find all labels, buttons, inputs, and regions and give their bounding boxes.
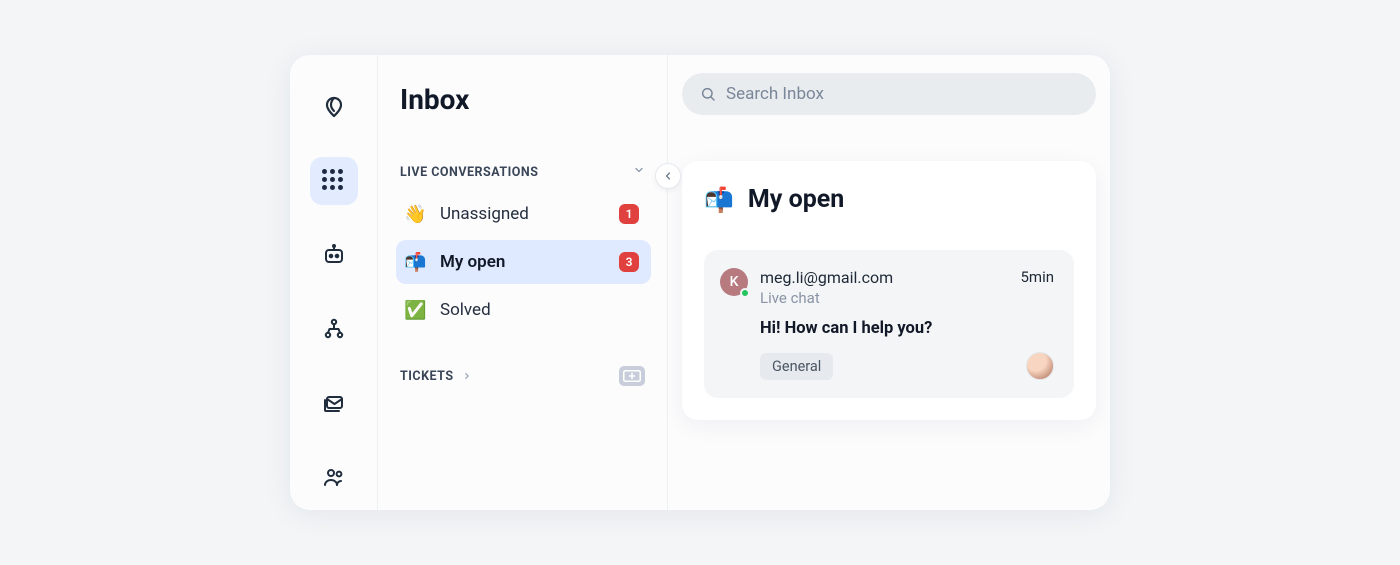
sender-address: meg.li@gmail.com [760, 268, 1008, 287]
presence-online-icon [740, 288, 750, 298]
mailbox-icon: 📬 [404, 252, 426, 273]
wave-icon: 👋 [404, 204, 426, 225]
bot-icon [322, 243, 346, 267]
org-icon [322, 317, 346, 341]
search-icon [700, 86, 716, 102]
mailbox-icon: 📬 [704, 186, 734, 214]
message-preview: Hi! How can I help you? [760, 319, 1054, 338]
nav-apps[interactable] [310, 157, 358, 205]
nav-logo[interactable] [310, 83, 358, 131]
section-tickets-header[interactable]: TICKETS [396, 366, 651, 386]
folder-label: My open [440, 252, 605, 272]
folder-my-open[interactable]: 📬 My open 3 [396, 240, 651, 284]
section-tickets-label: TICKETS [400, 369, 454, 384]
panel-title-text: My open [748, 185, 844, 214]
section-conversations-header[interactable]: LIVE CONVERSATIONS [396, 164, 651, 192]
conversations-panel: 📬 My open K meg.li@gmail.com Live chat 5… [682, 161, 1096, 420]
chevron-left-icon [662, 170, 674, 182]
nav-mail[interactable] [310, 379, 358, 427]
chevron-right-icon [462, 371, 472, 381]
search-input[interactable]: Search Inbox [682, 73, 1096, 115]
agent-avatar [1026, 352, 1054, 380]
mail-icon [322, 391, 346, 415]
people-icon [322, 465, 346, 489]
nav-org[interactable] [310, 305, 358, 353]
nav-bot[interactable] [310, 231, 358, 279]
count-badge: 3 [619, 252, 639, 272]
ticket-plus-icon [623, 369, 641, 383]
time-ago: 5min [1020, 268, 1054, 286]
sidebar: Inbox LIVE CONVERSATIONS 👋 Unassigned 1 … [378, 55, 668, 510]
channel-label: Live chat [760, 289, 1008, 307]
app-window: Inbox LIVE CONVERSATIONS 👋 Unassigned 1 … [290, 55, 1110, 510]
folder-solved[interactable]: ✅ Solved [396, 288, 651, 332]
section-conversations-label: LIVE CONVERSATIONS [400, 165, 538, 180]
topic-tag: General [760, 353, 833, 380]
folder-label: Solved [440, 300, 639, 320]
conversation-card[interactable]: K meg.li@gmail.com Live chat 5min Hi! Ho… [704, 250, 1074, 398]
chevron-down-icon [633, 164, 645, 180]
search-placeholder: Search Inbox [726, 84, 824, 104]
add-ticket-button[interactable] [619, 366, 645, 386]
nav-people[interactable] [310, 453, 358, 501]
logo-icon [322, 95, 346, 119]
folder-list: 👋 Unassigned 1 📬 My open 3 ✅ Solved [396, 192, 651, 332]
grid-icon [322, 169, 346, 193]
collapse-sidebar-button[interactable] [655, 163, 681, 189]
avatar-initial: K [730, 274, 739, 290]
main-panel: Search Inbox 📬 My open K meg.li@gmail.co… [668, 55, 1110, 510]
panel-title: 📬 My open [704, 185, 1074, 214]
nav-rail [290, 55, 378, 510]
folder-unassigned[interactable]: 👋 Unassigned 1 [396, 192, 651, 236]
folder-label: Unassigned [440, 204, 605, 224]
count-badge: 1 [619, 204, 639, 224]
customer-avatar: K [720, 268, 748, 296]
check-icon: ✅ [404, 300, 426, 321]
sidebar-title: Inbox [396, 83, 651, 116]
